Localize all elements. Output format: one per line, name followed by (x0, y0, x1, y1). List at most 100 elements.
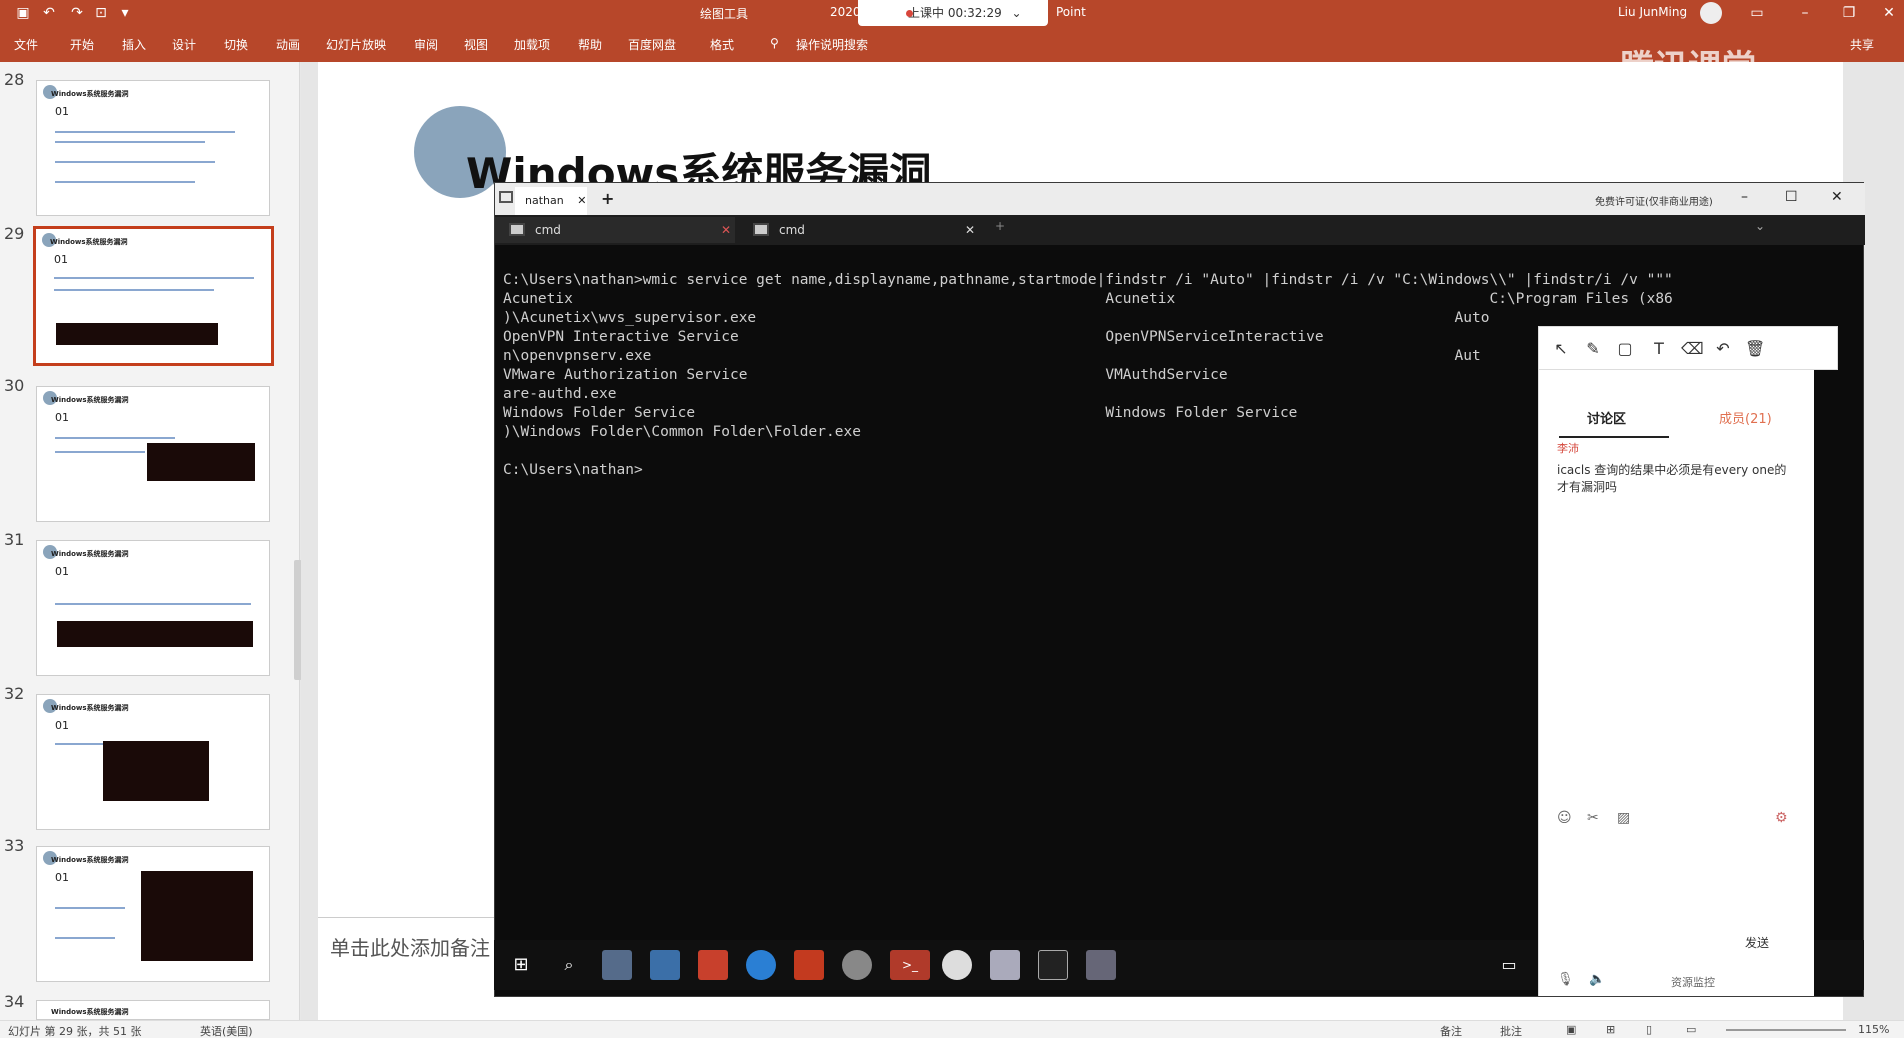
scissors-icon[interactable]: ✂ (1587, 810, 1599, 826)
notes-toggle[interactable]: 备注 (1440, 1023, 1462, 1038)
tab-home[interactable]: 开始 (70, 36, 94, 53)
tab-file[interactable]: 文件 (14, 36, 38, 53)
ribbon-tabs: 文件 开始 插入 设计 切换 动画 幻灯片放映 审阅 视图 加载项 帮助 百度网… (0, 26, 1904, 62)
edge-browser-icon[interactable] (746, 950, 776, 980)
new-tab-icon[interactable]: + (601, 189, 614, 208)
trash-icon[interactable]: 🗑 (1745, 339, 1765, 359)
recording-status-pill[interactable]: 上课中 00:32:29 ⌄ (858, 0, 1048, 26)
tab-slideshow[interactable]: 幻灯片放映 (326, 36, 386, 53)
thumbnail-section: 01 (54, 253, 68, 266)
terminal-maximize-icon[interactable]: ☐ (1785, 189, 1798, 205)
zoom-slider[interactable] (1726, 1029, 1846, 1031)
terminal-taskbar-icon[interactable]: >_ (890, 950, 930, 980)
tab-format[interactable]: 格式 (710, 36, 734, 53)
close-console-tab-icon[interactable]: ✕ (721, 217, 731, 243)
tab-design[interactable]: 设计 (172, 36, 196, 53)
pointer-icon[interactable]: ↖ (1551, 339, 1571, 359)
cloud-drive-icon[interactable] (990, 950, 1020, 980)
zoom-level[interactable]: 115% (1858, 1023, 1889, 1036)
terminal-tab-nathan[interactable]: nathan ✕ (515, 187, 587, 215)
console-tab-cmd-1[interactable]: cmd ✕ (495, 217, 735, 243)
save-icon[interactable]: ▣ (14, 4, 32, 22)
undo-icon[interactable]: ↶ (40, 4, 58, 22)
thumbnail-number: 30 (4, 376, 25, 395)
tab-addins[interactable]: 加载项 (514, 36, 550, 53)
undo-icon[interactable]: ↶ (1713, 339, 1733, 359)
slide-thumbnail-28[interactable]: Windows系统服务漏洞 01 (36, 80, 270, 216)
speaker-icon[interactable]: 🔈 (1589, 972, 1605, 987)
thumbnail-title: Windows系统服务漏洞 (51, 856, 129, 864)
slide-thumbnail-31[interactable]: Windows系统服务漏洞 01 (36, 540, 270, 676)
close-console-tab-icon[interactable]: ✕ (965, 217, 975, 243)
tab-help[interactable]: 帮助 (578, 36, 602, 53)
comments-toggle[interactable]: 批注 (1500, 1023, 1522, 1038)
slide-thumbnail-29[interactable]: Windows系统服务漏洞 01 (33, 226, 274, 366)
slide-thumbnail-30[interactable]: Windows系统服务漏洞 01 (36, 386, 270, 522)
recording-dot-icon (906, 10, 913, 17)
chevron-down-icon[interactable]: ⌄ (1755, 219, 1765, 233)
tell-me-search[interactable]: 操作说明搜索 (796, 36, 868, 53)
notification-icon[interactable]: ▭ (1494, 950, 1524, 980)
tab-animations[interactable]: 动画 (276, 36, 300, 53)
eraser-icon[interactable]: ⌫ (1681, 339, 1704, 359)
language-indicator[interactable]: 英语(美国) (200, 1023, 253, 1038)
slide-thumbnail-33[interactable]: Windows系统服务漏洞 01 (36, 846, 270, 982)
thumbnail-title: Windows系统服务漏洞 (51, 90, 129, 98)
file-explorer-icon[interactable] (602, 950, 632, 980)
restore-icon[interactable]: ❐ (1840, 4, 1858, 22)
rectangle-icon[interactable]: ▢ (1615, 339, 1635, 359)
tab-baidu-netdisk[interactable]: 百度网盘 (628, 36, 676, 53)
tab-discussion[interactable]: 讨论区 (1587, 408, 1626, 427)
tab-review[interactable]: 审阅 (414, 36, 438, 53)
screenshot-tool-icon[interactable] (650, 950, 680, 980)
powerpoint-icon[interactable] (794, 950, 824, 980)
microphone-icon[interactable]: 🎙 (1557, 972, 1574, 987)
minimize-icon[interactable]: – (1796, 4, 1814, 22)
reading-view-icon[interactable]: ▯ (1646, 1023, 1652, 1036)
tools-taskbar-icon[interactable] (1086, 950, 1116, 980)
search-icon[interactable]: ⌕ (554, 950, 584, 980)
tab-insert[interactable]: 插入 (122, 36, 146, 53)
add-console-icon[interactable]: + (995, 219, 1005, 233)
thumbnail-number: 28 (4, 70, 25, 89)
cmd-taskbar-icon[interactable] (1038, 950, 1068, 980)
chrome-browser-icon[interactable] (842, 950, 872, 980)
pen-icon[interactable]: ✎ (1583, 339, 1603, 359)
redo-icon[interactable]: ↷ (68, 4, 86, 22)
share-button[interactable]: 共享 (1850, 36, 1874, 53)
thumbnail-text-line (55, 131, 235, 133)
app-taskbar-icon[interactable] (942, 950, 972, 980)
close-tab-icon[interactable]: ✕ (577, 194, 586, 207)
normal-view-icon[interactable]: ▣ (1566, 1023, 1576, 1036)
vmware-icon[interactable] (698, 950, 728, 980)
user-name[interactable]: Liu JunMing (1618, 5, 1687, 19)
text-icon[interactable]: T (1649, 339, 1669, 359)
thumbnail-text-line (54, 289, 214, 291)
tab-members[interactable]: 成员(21) (1719, 408, 1772, 427)
thumbnail-number: 33 (4, 836, 25, 855)
console-tab-cmd-2[interactable]: cmd ✕ (739, 217, 979, 243)
thumbnail-section: 01 (55, 411, 69, 424)
thumbnail-text-line (55, 141, 205, 143)
image-icon[interactable]: ▨ (1617, 810, 1630, 826)
terminal-minimize-icon[interactable]: – (1741, 189, 1748, 205)
slide-thumbnail-32[interactable]: Windows系统服务漏洞 01 (36, 694, 270, 830)
close-icon[interactable]: ✕ (1880, 4, 1898, 22)
slide-thumbnail-34[interactable]: Windows系统服务漏洞 (36, 1000, 270, 1020)
tab-transitions[interactable]: 切换 (224, 36, 248, 53)
resource-monitor[interactable]: 资源监控 (1671, 974, 1715, 990)
windows-start-icon[interactable]: ⊞ (506, 950, 536, 980)
terminal-close-icon[interactable]: ✕ (1831, 189, 1843, 205)
emoji-icon[interactable]: ☺ (1557, 810, 1572, 826)
settings-icon[interactable]: ⚙ (1775, 810, 1788, 826)
slideshow-view-icon[interactable]: ▭ (1686, 1023, 1696, 1036)
tab-view[interactable]: 视图 (464, 36, 488, 53)
send-button[interactable]: 发送 (1745, 934, 1769, 951)
thumbnail-text-line (55, 937, 115, 939)
slide-sorter-icon[interactable]: ⊞ (1606, 1023, 1615, 1036)
customize-quick-access-icon[interactable]: ▾ (116, 4, 134, 22)
start-slideshow-icon[interactable]: ⊡ (92, 4, 110, 22)
license-note: 免费许可证(仅非商业用途) (1595, 197, 1713, 208)
avatar[interactable] (1700, 2, 1722, 24)
ribbon-display-options-icon[interactable]: ▭ (1748, 4, 1766, 22)
